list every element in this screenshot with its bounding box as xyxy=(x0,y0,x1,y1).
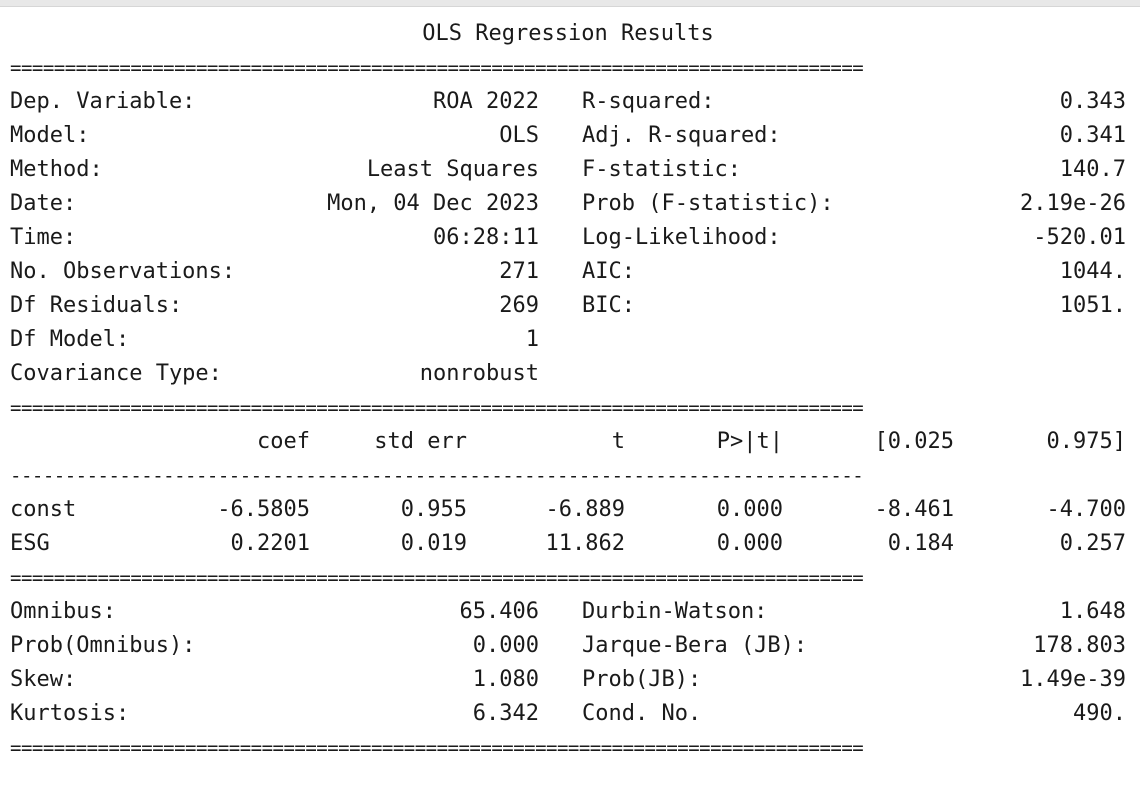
stat-value: 140.7 xyxy=(1059,157,1126,182)
stat-value: 0.341 xyxy=(1059,123,1126,148)
stat-label: Df Model: xyxy=(10,327,130,352)
header-coef: coef xyxy=(257,429,310,454)
stat-label: R-squared: xyxy=(582,89,715,114)
stat-label: AIC: xyxy=(582,259,635,284)
diagnostics-row: Skew: 1.080 Prob(JB): 1.49e-39 xyxy=(10,663,1126,697)
stat-value: nonrobust xyxy=(419,361,539,386)
stat-value: 1.648 xyxy=(1059,599,1126,624)
stat-label: Durbin-Watson: xyxy=(582,599,768,624)
stat-label: Prob(Omnibus): xyxy=(10,633,196,658)
summary-row: Model: OLS Adj. R-squared: 0.341 xyxy=(10,119,1126,153)
table-row: ESG 0.2201 0.019 11.862 0.000 0.184 0.257 xyxy=(10,527,1126,561)
std-err-value: 0.019 xyxy=(400,531,467,556)
header-p-value: P>|t| xyxy=(716,429,783,454)
p-value: 0.000 xyxy=(716,497,783,522)
summary-row: Covariance Type: nonrobust xyxy=(10,357,1126,391)
cell-top-border xyxy=(0,0,1140,7)
stat-label: BIC: xyxy=(582,293,635,318)
stat-value: 178.803 xyxy=(1033,633,1126,658)
summary-row: Dep. Variable: ROA 2022 R-squared: 0.343 xyxy=(10,85,1126,119)
stat-value: 1.080 xyxy=(472,667,539,692)
double-separator: ========================================… xyxy=(10,57,864,79)
single-separator: ----------------------------------------… xyxy=(10,465,864,487)
stat-label: F-statistic: xyxy=(582,157,741,182)
stat-label: Method: xyxy=(10,157,103,182)
coef-value: -6.5805 xyxy=(217,497,310,522)
model-summary-block: Dep. Variable: ROA 2022 R-squared: 0.343 Mod… xyxy=(10,85,1130,391)
stat-value: 1051. xyxy=(1059,293,1126,318)
variable-name: ESG xyxy=(10,531,50,556)
t-value: 11.862 xyxy=(545,531,625,556)
stat-label: Kurtosis: xyxy=(10,701,130,726)
ci-upper-value: 0.257 xyxy=(1059,531,1126,556)
stat-label: Prob(JB): xyxy=(582,667,702,692)
summary-row: Df Model: 1 xyxy=(10,323,1126,357)
stat-label: Prob (F-statistic): xyxy=(582,191,834,216)
summary-row: No. Observations: 271 AIC: 1044. xyxy=(10,255,1126,289)
stat-value: 65.406 xyxy=(459,599,539,624)
header-ci-lower: [0.025 xyxy=(874,429,954,454)
double-separator: ========================================… xyxy=(10,567,864,589)
stat-label: Cond. No. xyxy=(582,701,702,726)
double-separator: ========================================… xyxy=(10,737,864,759)
stat-label: Date: xyxy=(10,191,77,216)
stat-label: Dep. Variable: xyxy=(10,89,196,114)
coef-value: 0.2201 xyxy=(230,531,310,556)
stat-value: 0.343 xyxy=(1059,89,1126,114)
stat-label: Covariance Type: xyxy=(10,361,222,386)
stat-value: 06:28:11 xyxy=(433,225,539,250)
stat-value: 490. xyxy=(1073,701,1126,726)
stat-value: -520.01 xyxy=(1033,225,1126,250)
diagnostics-row: Kurtosis: 6.342 Cond. No. 490. xyxy=(10,697,1126,731)
stat-value: 1044. xyxy=(1059,259,1126,284)
stat-value: OLS xyxy=(499,123,539,148)
double-separator: ========================================… xyxy=(10,397,864,419)
variable-name: const xyxy=(10,497,77,522)
p-value: 0.000 xyxy=(716,531,783,556)
ols-summary-output: OLS Regression Results =================… xyxy=(10,17,1130,765)
summary-row: Time: 06:28:11 Log-Likelihood: -520.01 xyxy=(10,221,1126,255)
stat-label: No. Observations: xyxy=(10,259,236,284)
stat-value: Least Squares xyxy=(366,157,539,182)
stat-label: Omnibus: xyxy=(10,599,116,624)
header-ci-upper: 0.975] xyxy=(1046,429,1126,454)
table-row: const -6.5805 0.955 -6.889 0.000 -8.461 -4.700 xyxy=(10,493,1126,527)
stat-value: 1.49e-39 xyxy=(1020,667,1126,692)
stat-value: ROA 2022 xyxy=(433,89,539,114)
ci-upper-value: -4.700 xyxy=(1046,497,1126,522)
summary-row: Df Residuals: 269 BIC: 1051. xyxy=(10,289,1126,323)
stat-value: 2.19e-26 xyxy=(1020,191,1126,216)
stat-label: Skew: xyxy=(10,667,77,692)
ci-lower-value: -8.461 xyxy=(874,497,954,522)
stat-value: Mon, 04 Dec 2023 xyxy=(327,191,539,216)
stat-value: 271 xyxy=(499,259,539,284)
coef-header-row: coef std err t P>|t| [0.025 0.975] xyxy=(10,425,1126,459)
stat-label: Jarque-Bera (JB): xyxy=(582,633,808,658)
ci-lower-value: 0.184 xyxy=(887,531,954,556)
diagnostics-row: Prob(Omnibus): 0.000 Jarque-Bera (JB): 178.… xyxy=(10,629,1126,663)
stat-label: Log-Likelihood: xyxy=(582,225,781,250)
stat-value: 1 xyxy=(525,327,539,352)
summary-title: OLS Regression Results xyxy=(422,21,714,46)
summary-row: Date: Mon, 04 Dec 2023 Prob (F-statistic):… xyxy=(10,187,1126,221)
stat-label: Df Residuals: xyxy=(10,293,183,318)
stat-value: 0.000 xyxy=(472,633,539,658)
stat-label: Time: xyxy=(10,225,77,250)
std-err-value: 0.955 xyxy=(400,497,467,522)
t-value: -6.889 xyxy=(545,497,625,522)
stat-label: Adj. R-squared: xyxy=(582,123,781,148)
coef-table-body: const -6.5805 0.955 -6.889 0.000 -8.461 -4.700… xyxy=(10,493,1130,561)
stat-label: Model: xyxy=(10,123,90,148)
summary-row: Method: Least Squares F-statistic: 140.7 xyxy=(10,153,1126,187)
diagnostics-row: Omnibus: 65.406 Durbin-Watson: 1.648 xyxy=(10,595,1126,629)
header-t: t xyxy=(611,429,625,454)
diagnostics-block: Omnibus: 65.406 Durbin-Watson: 1.648 Prob(Om… xyxy=(10,595,1130,731)
header-std-err: std err xyxy=(374,429,467,454)
stat-value: 269 xyxy=(499,293,539,318)
stat-value: 6.342 xyxy=(472,701,539,726)
